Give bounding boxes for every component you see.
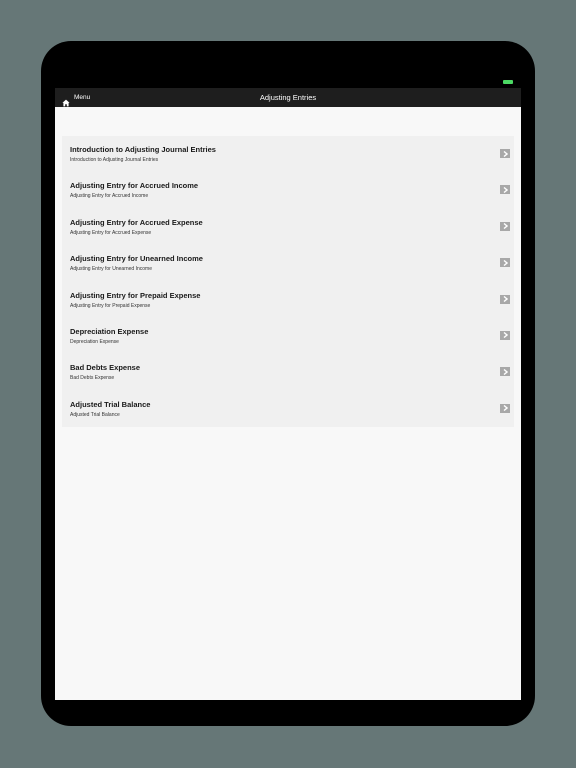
item-title: Adjusting Entry for Prepaid Expense — [70, 290, 201, 300]
item-subtitle: Bad Debts Expense — [70, 375, 115, 382]
chevron-right-icon — [500, 330, 510, 340]
item-title: Depreciation Expense — [70, 326, 149, 336]
item-subtitle: Adjusting Entry for Accrued Income — [70, 193, 149, 200]
list-item[interactable]: Adjusting Entry for Prepaid Expense Adju… — [62, 282, 514, 318]
item-title: Adjusting Entry for Accrued Income — [70, 181, 199, 191]
list-item[interactable]: Adjusting Entry for Unearned Income Adju… — [62, 245, 514, 281]
item-subtitle: Adjusting Entry for Prepaid Expense — [70, 302, 151, 309]
list-item[interactable]: Adjusting Entry for Accrued Income Adjus… — [62, 172, 514, 208]
chevron-right-icon — [500, 221, 510, 231]
page-title: Adjusting Entries — [259, 93, 317, 102]
item-title: Adjusting Entry for Accrued Expense — [70, 217, 203, 227]
chevron-right-icon — [500, 403, 510, 413]
item-title: Introduction to Adjusting Journal Entrie… — [70, 145, 216, 154]
chevron-right-icon — [500, 185, 510, 195]
list-item[interactable]: Introduction to Adjusting Journal Entrie… — [62, 136, 514, 172]
item-subtitle: Adjusting Entry for Unearned Income — [70, 266, 152, 273]
list-item[interactable]: Depreciation Expense Depreciation Expens… — [62, 318, 514, 354]
list-item[interactable]: Bad Debts Expense Bad Debts Expense — [62, 354, 514, 390]
item-subtitle: Adjusting Entry for Accrued Expense — [70, 229, 152, 236]
item-subtitle: Introduction to Adjusting Journal Entrie… — [70, 157, 159, 163]
item-title: Adjusting Entry for Unearned Income — [70, 254, 203, 264]
chevron-right-icon — [500, 258, 510, 268]
home-icon — [62, 94, 70, 106]
chevron-right-icon — [500, 367, 510, 377]
item-title: Adjusted Trial Balance — [70, 399, 151, 409]
item-title: Bad Debts Expense — [70, 363, 141, 373]
battery-icon — [503, 80, 513, 84]
list-item[interactable]: Adjusting Entry for Accrued Expense Adju… — [62, 209, 514, 245]
chevron-right-icon — [500, 294, 510, 304]
topic-list: Introduction to Adjusting Journal Entrie… — [62, 136, 514, 427]
app-screen: Menu Adjusting Entries Introduction to A… — [55, 88, 521, 700]
list-item[interactable]: Adjusted Trial Balance Adjusted Trial Ba… — [62, 391, 514, 427]
nav-bar: Menu Adjusting Entries — [55, 88, 521, 107]
menu-button[interactable]: Menu — [62, 88, 90, 107]
item-subtitle: Adjusted Trial Balance — [70, 411, 120, 418]
menu-label: Menu — [74, 94, 91, 101]
chevron-right-icon — [500, 149, 510, 158]
device-frame: Menu Adjusting Entries Introduction to A… — [41, 41, 535, 726]
item-subtitle: Depreciation Expense — [70, 338, 119, 345]
